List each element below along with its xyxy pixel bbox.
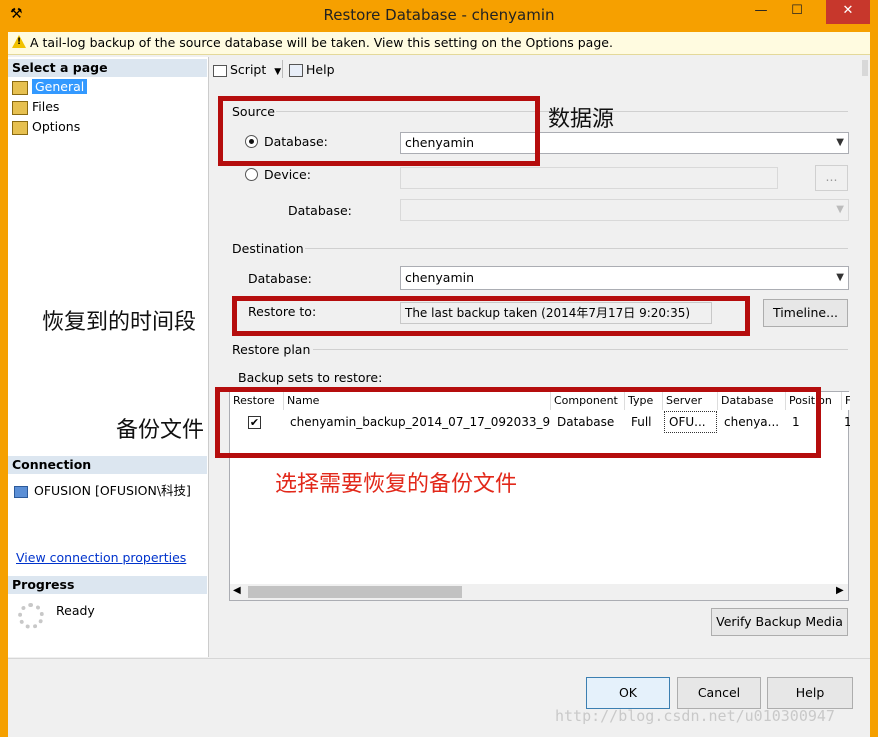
page-item-options[interactable]: Options	[12, 118, 80, 136]
chevron-down-icon: ▼	[836, 137, 844, 148]
annotation-backup-file: 备份文件	[116, 418, 205, 443]
grid-horizontal-scrollbar[interactable]: ◀ ▶	[230, 584, 848, 600]
minimize-button[interactable]: —	[746, 0, 776, 24]
warning-icon: !	[12, 35, 26, 48]
annotation-restore-time: 恢复到的时间段	[42, 310, 197, 335]
server-icon	[14, 485, 28, 498]
progress-status: Ready	[56, 603, 95, 618]
restore-plan-header: Restore plan	[232, 342, 311, 357]
left-pane	[8, 57, 209, 657]
warning-text: A tail-log backup of the source database…	[30, 35, 613, 50]
connection-header: Connection	[8, 456, 207, 474]
scrollbar-thumb[interactable]	[248, 586, 462, 598]
progress-spinner-icon	[18, 603, 44, 629]
timeline-button[interactable]: Timeline...	[763, 299, 848, 327]
page-item-general[interactable]: General	[12, 78, 88, 96]
help-icon	[289, 64, 303, 77]
chevron-right-icon[interactable]: ▶	[836, 585, 844, 596]
annotation-box-backup-sets	[215, 387, 821, 458]
ok-button[interactable]: OK	[586, 677, 670, 709]
page-item-files[interactable]: Files	[12, 98, 59, 116]
page-icon	[12, 100, 28, 115]
title-bar: ⚒ Restore Database - chenyamin — ☐ ✕	[0, 0, 878, 32]
destination-divider	[305, 248, 848, 249]
chevron-left-icon[interactable]: ◀	[233, 585, 241, 596]
footer-divider	[8, 658, 870, 659]
scroll-indicator	[862, 60, 868, 76]
cancel-button[interactable]: Cancel	[677, 677, 761, 709]
restore-plan-divider	[313, 349, 848, 350]
device-database-select: ▼	[400, 199, 849, 221]
annotation-select-backup: 选择需要恢复的备份文件	[275, 472, 518, 497]
device-label: Device:	[264, 167, 311, 182]
toolbar-divider	[282, 60, 283, 78]
device-browse-button: ...	[815, 165, 848, 191]
close-button[interactable]: ✕	[826, 0, 870, 24]
chevron-down-icon: ▼	[274, 67, 282, 77]
page-icon	[12, 80, 28, 95]
backup-sets-label: Backup sets to restore:	[238, 370, 383, 385]
script-button[interactable]: Script ▼	[213, 62, 281, 77]
tail-log-warning-bar: ! A tail-log backup of the source databa…	[8, 32, 870, 55]
verify-backup-media-button[interactable]: Verify Backup Media	[711, 608, 848, 636]
maximize-button[interactable]: ☐	[777, 0, 817, 24]
toolbar: Script ▼ Help	[209, 57, 867, 83]
annotation-box-source	[218, 96, 540, 166]
device-field	[400, 167, 778, 189]
connection-value: OFUSION [OFUSION\科技]	[14, 480, 191, 499]
help-button[interactable]: Help	[767, 677, 853, 709]
device-database-label: Database:	[288, 203, 352, 218]
column-header-extra[interactable]: F	[842, 392, 850, 410]
page-icon	[12, 120, 28, 135]
view-connection-properties-link[interactable]: View connection properties	[16, 550, 186, 565]
annotation-box-restore-to	[232, 296, 750, 336]
destination-database-select[interactable]: chenyamin ▼	[400, 266, 849, 290]
destination-database-label: Database:	[248, 271, 312, 286]
chevron-down-icon: ▼	[836, 272, 844, 283]
chevron-down-icon: ▼	[836, 204, 844, 215]
progress-header: Progress	[8, 576, 207, 594]
extra-cell: 1	[844, 415, 850, 429]
select-page-header: Select a page	[8, 59, 207, 77]
annotation-data-source: 数据源	[548, 107, 615, 132]
help-toolbar-button[interactable]: Help	[289, 62, 335, 77]
destination-header: Destination	[232, 241, 304, 256]
script-icon	[213, 64, 227, 77]
watermark: http://blog.csdn.net/u010300947	[555, 707, 835, 725]
device-radio[interactable]	[245, 168, 258, 181]
